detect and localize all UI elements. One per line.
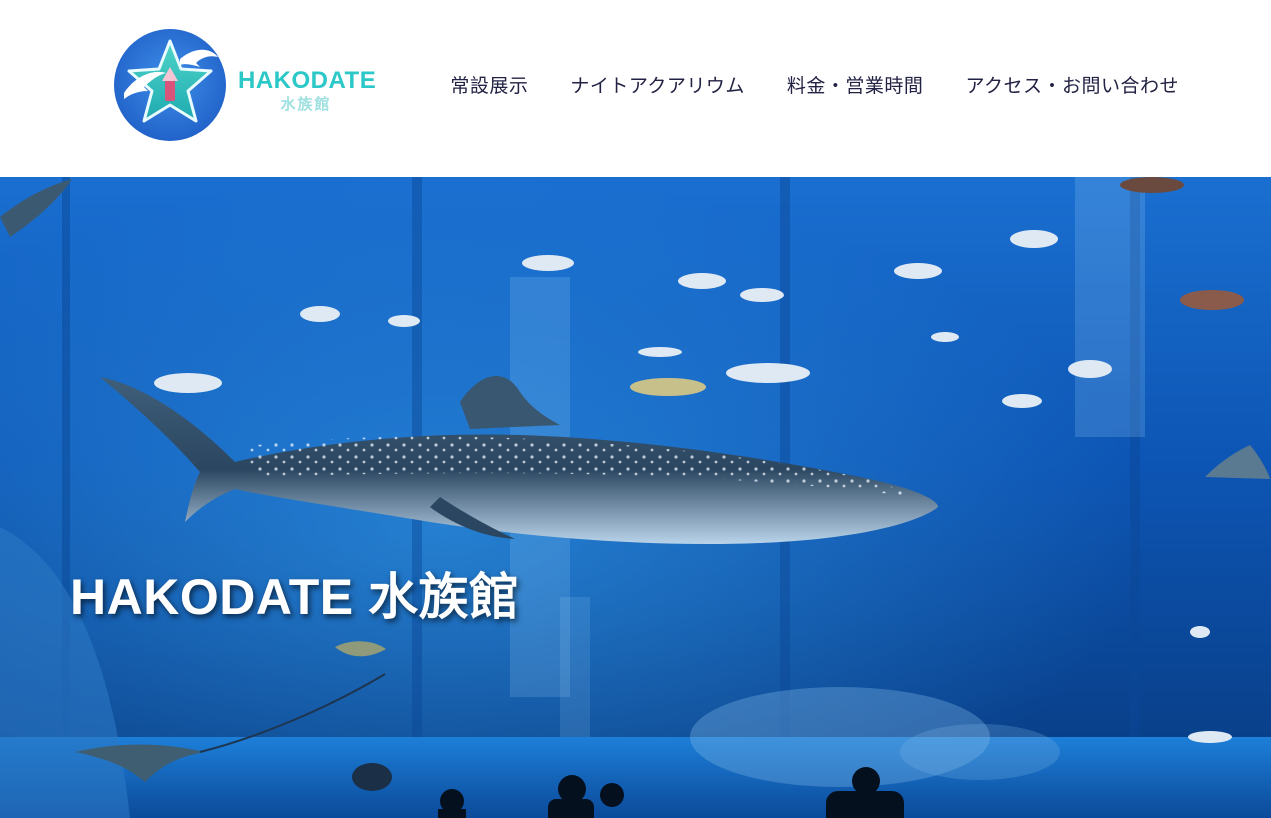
nav-item-night-aquarium[interactable]: ナイトアクアリウム xyxy=(570,72,745,100)
nav-item-fees-hours[interactable]: 料金・営業時間 xyxy=(787,72,924,100)
hero-section: HAKODATE 水族館 xyxy=(0,177,1271,818)
logo-name-ja: 水族館 xyxy=(280,95,332,113)
site-logo[interactable]: HAKODATE 水族館 xyxy=(114,29,377,141)
hero-aquarium-image xyxy=(0,177,1271,818)
nav-item-access-contact[interactable]: アクセス・お問い合わせ xyxy=(965,72,1179,100)
logo-text: HAKODATE 水族館 xyxy=(238,67,377,113)
logo-star-dolphin-icon xyxy=(114,29,226,141)
nav-item-permanent-exhibits[interactable]: 常設展示 xyxy=(450,72,528,100)
site-header: HAKODATE 水族館 常設展示 ナイトアクアリウム 料金・営業時間 アクセス… xyxy=(0,0,1271,177)
hero-title: HAKODATE 水族館 xyxy=(70,569,520,625)
logo-name-en: HAKODATE xyxy=(238,67,377,94)
main-nav: 常設展示 ナイトアクアリウム 料金・営業時間 アクセス・お問い合わせ xyxy=(450,72,1179,100)
